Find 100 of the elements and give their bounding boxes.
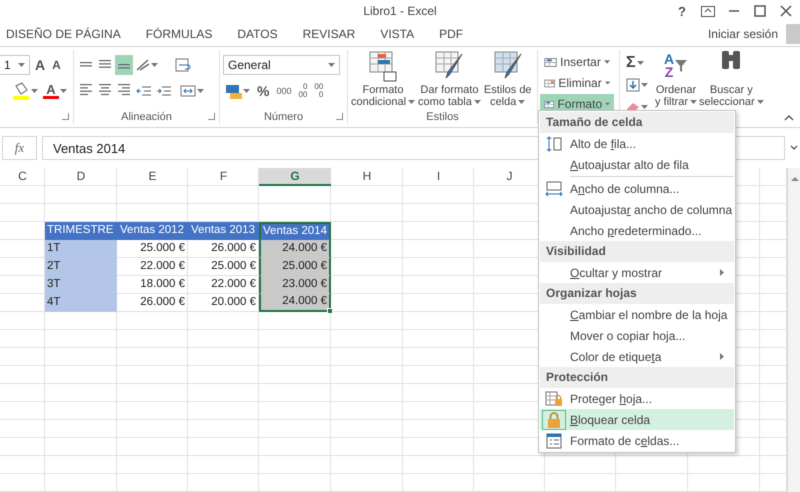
find-select-button[interactable]: Buscar y seleccionar (698, 50, 765, 108)
table-cell: 24.000 € (259, 294, 331, 312)
caret-icon (518, 100, 526, 104)
delete-cells-icon (544, 78, 556, 88)
column-header[interactable]: E (117, 168, 188, 186)
font-size-field[interactable]: 1 (0, 55, 30, 75)
caret-icon (31, 89, 38, 93)
caret-icon (474, 100, 481, 104)
decrease-decimal-button[interactable]: 00 0 (312, 81, 326, 101)
caret-icon (605, 102, 610, 106)
table-cell: 1T (45, 240, 117, 258)
autosum-button[interactable]: Σ (624, 53, 650, 73)
column-header[interactable]: F (188, 168, 259, 186)
conditional-format-button[interactable]: Formato condicional (350, 50, 416, 108)
group-label: Alineación (120, 111, 173, 123)
close-icon (780, 5, 792, 17)
wrap-text-icon (175, 58, 191, 72)
dialog-launcher-icon[interactable] (208, 113, 215, 120)
scroll-up-icon[interactable] (791, 176, 799, 181)
ribbon-tab[interactable]: PDF (439, 27, 476, 41)
ribbon-tab[interactable]: REVISAR (302, 27, 368, 41)
align-center-icon (98, 84, 112, 98)
table-cell: 2T (45, 258, 117, 276)
dialog-launcher-icon[interactable] (62, 113, 69, 120)
ribbon-display-button[interactable] (700, 3, 716, 19)
font-color-button[interactable]: A (41, 81, 69, 101)
submenu-arrow-icon (720, 269, 724, 276)
group-label: Estilos (425, 111, 460, 123)
sheet-lock-icon (545, 390, 563, 406)
submenu-arrow-icon (720, 353, 724, 360)
group-label: Número (262, 111, 304, 123)
money-icon (225, 84, 242, 98)
close-button[interactable] (778, 3, 794, 19)
merge-cells-icon (180, 85, 196, 97)
binoculars-icon (721, 50, 742, 70)
caret-icon (408, 100, 416, 104)
increase-indent-icon (156, 85, 171, 97)
ribbon-tab[interactable]: DISEÑO DE PÁGINA (6, 27, 133, 41)
column-header[interactable]: G (259, 168, 331, 186)
caret-icon (756, 100, 764, 104)
conditional-format-icon (368, 50, 398, 82)
caret-icon (151, 63, 158, 67)
shrink-font-button[interactable]: A (50, 55, 63, 75)
menu-item[interactable]: Bloquear celda (540, 409, 734, 430)
percent-button[interactable]: % (255, 81, 272, 101)
caret-icon (604, 60, 610, 64)
angled-text-icon (136, 59, 150, 71)
insert-button[interactable]: Insertar (540, 52, 614, 72)
menu-section-header: Visibilidad (540, 241, 734, 262)
table-cell: 23.000 € (259, 276, 331, 294)
lock-icon (547, 412, 561, 428)
dialog-launcher-icon[interactable] (336, 113, 343, 120)
help-button[interactable]: ? (674, 3, 690, 19)
thousands-separator-button[interactable]: 000 (274, 81, 294, 101)
align-right-icon (117, 84, 131, 98)
collapse-ribbon-icon[interactable] (784, 115, 794, 121)
expand-formula-icon[interactable] (790, 145, 798, 151)
format-cells-icon (546, 432, 562, 448)
table-header-cell: Ventas 2013 (188, 222, 259, 240)
menu-section-header: Organizar hojas (540, 283, 734, 304)
align-middle-icon (98, 60, 112, 70)
menu-section-header: Tamaño de celda (540, 112, 734, 133)
delete-button[interactable]: Eliminar (540, 73, 614, 93)
paint-bucket-icon (12, 82, 30, 100)
increase-decimal-button[interactable]: 0 00 (296, 81, 310, 101)
caret-icon (60, 89, 67, 93)
sign-in-link[interactable]: Iniciar sesión (708, 27, 778, 41)
fill-handle[interactable] (327, 308, 333, 314)
column-header[interactable]: H (331, 168, 403, 186)
table-header-cell: TRIMESTRE (45, 222, 117, 240)
maximize-icon (754, 5, 766, 17)
grow-font-button[interactable]: A (33, 55, 48, 75)
ribbon-tab[interactable]: VISTA (380, 27, 426, 41)
align-top-icon (79, 62, 93, 68)
table-cell: 3T (45, 276, 117, 294)
table-header-cell: Ventas 2012 (117, 222, 188, 240)
caret-icon (18, 63, 25, 67)
ribbon-tab[interactable]: FÓRMULAS (146, 27, 224, 41)
ribbon-tab[interactable]: DATOS (237, 27, 290, 41)
column-header[interactable]: D (45, 168, 117, 186)
column-header[interactable]: I (403, 168, 474, 186)
window-title: Libro1 - Excel (363, 4, 437, 18)
sort-filter-button[interactable]: A Z Ordenar y filtrar (654, 50, 698, 108)
ribbon-display-icon (701, 6, 715, 16)
insert-function-button[interactable]: fx (2, 136, 37, 160)
cell-styles-button[interactable]: Estilos de celda (482, 50, 533, 108)
caret-icon (243, 89, 250, 93)
table-cell: 4T (45, 294, 117, 312)
number-format-field[interactable]: General (223, 55, 340, 75)
maximize-button[interactable] (752, 3, 768, 19)
vertical-scrollbar[interactable] (787, 168, 800, 492)
table-header-cell: Ventas 2014 (259, 222, 331, 240)
fill-color-button[interactable] (10, 81, 40, 101)
caret-icon (328, 63, 335, 67)
insert-cells-icon (544, 56, 558, 68)
align-left-icon (79, 84, 93, 98)
caret-icon (690, 100, 697, 104)
column-header[interactable]: C (0, 168, 45, 186)
align-bottom-button[interactable] (115, 55, 133, 75)
format-as-table-button[interactable]: Dar formato como tabla (417, 50, 482, 108)
